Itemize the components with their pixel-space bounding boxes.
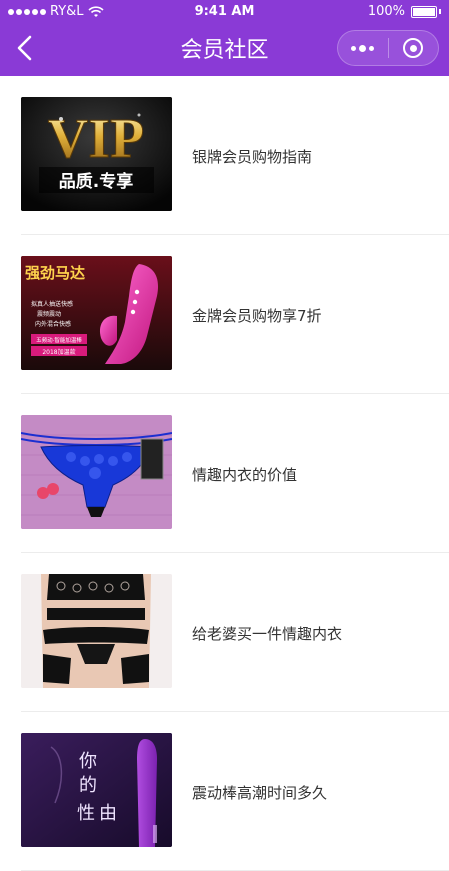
svg-text:的: 的 <box>79 775 97 796</box>
battery-percent: 100% <box>367 4 405 19</box>
svg-text:2018加温款: 2018加温款 <box>42 348 75 356</box>
mini-program-capsule <box>337 30 439 66</box>
lace-thumbnail <box>21 574 172 688</box>
vip-banner-image: VIP 品质.专享 <box>21 97 172 211</box>
battery-tip <box>439 9 441 14</box>
nav-bar: 会员社区 <box>0 24 449 76</box>
purple-banner-image: 你 的 性 由 <box>21 733 172 847</box>
purple-product-thumbnail: 你 的 性 由 <box>21 733 172 847</box>
status-right: 100% <box>368 4 441 19</box>
motor-title-text: 强劲马达 <box>25 264 85 282</box>
close-mini-program-icon[interactable] <box>388 31 438 65</box>
vip-logo-text: VIP <box>48 108 144 170</box>
vip-thumbnail: VIP 品质.专享 <box>21 97 172 211</box>
article-title: 给老婆买一件情趣内衣 <box>192 625 343 643</box>
list-item[interactable]: 情趣内衣的价值 <box>0 394 449 553</box>
svg-text:由: 由 <box>99 803 117 824</box>
svg-text:五频动·智能加温棒: 五频动·智能加温棒 <box>36 336 82 344</box>
list-item[interactable]: 你 的 性 由 震动棒高潮时间多久 <box>0 712 449 871</box>
lingerie-banner-image <box>21 415 172 529</box>
lace-banner-image <box>21 574 172 688</box>
vibrator-thumbnail: 强劲马达 拟真人抽送快感 震频震动 内外混合快感 五频动·智能加温棒 2018加… <box>21 256 172 370</box>
list-item[interactable]: 强劲马达 拟真人抽送快感 震频震动 内外混合快感 五频动·智能加温棒 2018加… <box>0 235 449 394</box>
list-item[interactable]: VIP 品质.专享 银牌会员购物指南 <box>0 76 449 235</box>
vibrator-banner-image: 强劲马达 拟真人抽送快感 震频震动 内外混合快感 五频动·智能加温棒 2018加… <box>21 256 172 370</box>
header-bar: RY&L 9:41 AM 100% 会员社区 <box>0 0 449 76</box>
svg-text:性: 性 <box>77 803 95 824</box>
svg-text:内外混合快感: 内外混合快感 <box>35 320 71 328</box>
battery-icon <box>411 5 437 18</box>
svg-text:你: 你 <box>79 751 97 772</box>
vip-subtitle-text: 品质.专享 <box>59 171 133 192</box>
article-title: 金牌会员购物享7折 <box>192 307 322 325</box>
article-title: 银牌会员购物指南 <box>192 148 313 166</box>
list-item[interactable]: 给老婆买一件情趣内衣 <box>0 553 449 712</box>
more-icon[interactable] <box>338 31 388 65</box>
article-title: 情趣内衣的价值 <box>192 466 298 484</box>
svg-text:拟真人抽送快感: 拟真人抽送快感 <box>31 300 73 308</box>
lingerie-thumbnail <box>21 415 172 529</box>
status-bar: RY&L 9:41 AM 100% <box>0 0 449 24</box>
svg-text:震频震动: 震频震动 <box>37 310 61 318</box>
article-list: VIP 品质.专享 银牌会员购物指南 强劲马达 拟真人抽送快感 震频震动 内外混… <box>0 76 449 871</box>
